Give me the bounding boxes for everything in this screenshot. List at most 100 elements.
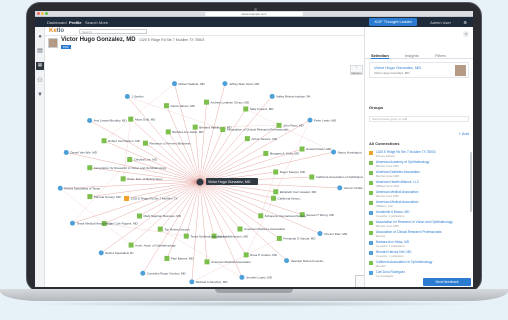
graph-node[interactable]: Roger Sawyer, MD [273,169,306,175]
organization-node-icon [183,233,189,239]
graph-node[interactable]: Jeffrey Allen Scott, MD [222,81,260,87]
network-icon[interactable]: ✲ [36,62,44,70]
groups-input[interactable]: Select/create group to add [369,116,469,122]
graph-node[interactable]: American Diabetes Association [237,226,286,232]
group-icon[interactable]: ⚇ [36,77,44,85]
graph-node[interactable]: Margaret A. Kirby, MD [263,150,300,156]
graph-node[interactable]: Schepens International Society [258,213,307,219]
maximize-dot-icon[interactable] [45,12,48,15]
connection-name: 1325 E Ridge Rd Ste 7 McAllen TX 78503 [376,150,436,154]
network-graph-canvas[interactable]: California Associ... Samuel T Wong, MD Vin… [45,50,370,287]
graph-node[interactable]: California Association of Ophthalmology [309,174,369,180]
graph-node[interactable]: Arthur Jenkins, MD [244,136,278,142]
graph-node[interactable]: Vincent Diaz, MD [317,231,348,237]
tab-insights[interactable]: Insights [405,53,419,58]
url-bar[interactable]: www.example.com [205,12,303,16]
graph-node[interactable]: Association for Research in Vision and O… [87,165,167,171]
graph-node[interactable]: Valley Retina Institute, PA [269,93,311,99]
graph-node[interactable]: Texas Medical Association [69,220,112,226]
close-icon[interactable]: × [463,31,469,37]
graph-node[interactable]: Vascular Retina Founda... [284,258,325,264]
graph-node[interactable]: Jennifer Lopez, MD [239,274,273,280]
graph-node[interactable]: Andrew Loraleen Olmos, MD [204,99,250,105]
connection-item[interactable]: American Health Alliance, LLC Affiliated … [369,180,467,190]
kol-button[interactable]: KOF Thought Leader [369,18,417,26]
graph-node[interactable]: Retina Specialists of Texas [57,185,101,191]
close-dot-icon[interactable] [37,12,40,15]
center-node-icon[interactable] [196,178,204,186]
organization-node-icon [124,195,130,201]
connection-sub: Member since 1998 [376,175,399,178]
graph-node[interactable]: Texas Ophthalmological Assn. [183,233,231,239]
graph-node[interactable]: Howard Davis, MD [299,146,332,152]
graph-node[interactable]: 1325 E Ridge Rd Ste 7 McAllen TX [124,195,177,201]
filter-icon[interactable]: ▼ [36,91,44,99]
graph-node[interactable]: Cornelius Roger Gordon, MD [140,270,186,276]
graph-node[interactable]: Research to Prevent Blindness [142,140,191,146]
graph-node[interactable]: Alicia Gold, MD [128,116,156,122]
connection-item[interactable]: Association of Clinical Research Profess… [369,230,467,240]
graph-node[interactable]: Top Retina Doctors [157,226,191,232]
graph-node[interactable]: Elizabeth Carr Howard, MD [273,189,317,195]
graph-node[interactable]: Paul Barnes, MD [164,255,194,261]
tab-filters[interactable]: Filters [435,53,446,58]
connection-item[interactable]: Bernard Harvey Dell, MD Co-author, 1 publ… [369,250,467,260]
organization-node-icon [163,103,169,109]
graph-node[interactable]: California Associ... [271,195,302,201]
add-group-button[interactable]: + Add [459,131,469,136]
graph-node[interactable]: Rosa P. Anders, MD [243,252,278,258]
graph-node[interactable]: Robert Salazar, MD [171,81,206,87]
graph-node[interactable]: J. Bosiko [124,94,144,100]
graph-edge [199,138,248,183]
person-node-icon [189,279,195,285]
graph-node[interactable]: Fernando G Garcia, MD [276,235,316,241]
avatar [48,38,58,48]
minimize-dot-icon[interactable] [41,12,44,15]
graph-node[interactable]: Amer. Soc. of Retina Spec. [120,176,164,182]
connection-item[interactable]: American Medical Association Member since… [369,190,467,200]
graph-node[interactable]: Pamela Gurney, MD [87,194,122,200]
graph-node[interactable]: Robert Carl Nelson, MD [101,138,141,144]
graph-node-label: Daniel Van Wie, MD [70,151,98,155]
connection-item[interactable]: American Academy of Ophthalmology Member … [369,160,467,170]
graph-node[interactable]: Gloria Jabran, MD [163,103,196,109]
connection-item[interactable]: 1325 E Ridge Rd Ste 7 McAllen TX 78503 Pr… [369,150,467,160]
network-graph[interactable]: California Associ... Samuel T Wong, MD Vin… [45,50,370,287]
connection-item[interactable]: Barbara Ann Hicks, MD Co-author, 2 public… [369,240,467,250]
graph-node[interactable]: Peter Lewis, MD [307,117,337,123]
document-icon[interactable]: ▤ [36,47,44,55]
settings-gear-icon[interactable]: ⚙ [463,20,467,25]
graph-node[interactable]: American Medical Association [204,259,251,265]
user-label[interactable]: Admin User [430,20,451,25]
nav-search[interactable]: Search [85,20,98,25]
graph-node[interactable]: Nancy Huntington, MD [331,149,369,155]
options-button[interactable]: ⌃ Options [350,65,363,75]
nav-profile[interactable]: Profile [69,20,81,25]
connection-item[interactable]: American Diabetes Association Member sinc… [369,170,467,180]
connection-item[interactable]: Association for Research in Vision and O… [369,220,467,230]
graph-node[interactable]: Barbara Ann Hicks, MD [165,129,205,135]
graph-node[interactable]: Mark Stephan Bowman, MD [136,213,182,219]
search-input[interactable]: Search [79,29,147,34]
graph-node[interactable]: Amer. Acad. of Ophthalmology [128,242,177,248]
graph-node[interactable]: Daniel Van Wie, MD [63,149,98,155]
graph-node[interactable]: Vernon Ovidis, MD [337,185,370,191]
connection-item[interactable]: American Medical Association Affiliation,… [369,200,467,210]
graph-node-label: Pamela Gurney, MD [94,195,122,199]
send-feedback-button[interactable]: Send feedback [423,278,471,286]
graph-node[interactable]: Ana Joseph Brodley, MD [87,117,127,123]
tab-selection[interactable]: Selection [371,53,389,59]
graph-node[interactable]: Chrystal Lee, MD [127,157,158,163]
graph-node[interactable]: John Ryan, MD [276,122,305,128]
connection-item[interactable]: California Association of Ophthalmology M… [369,260,467,270]
person-icon[interactable]: ● [36,33,44,41]
graph-node[interactable]: Michael A Sanchez, MD [189,279,228,285]
connection-name: Association for Research in Vision and O… [376,220,453,224]
connections-scrollbar[interactable] [470,152,472,212]
nav-dashboard[interactable]: Dashboard [47,20,67,25]
laptop-notch [215,289,293,293]
graph-node[interactable]: Sally Fosters, MD [243,106,274,112]
connection-item[interactable]: Annabelle A Brown, MD Co-author, 4 public… [369,210,467,220]
nav-more[interactable]: More [99,20,108,25]
selection-card[interactable]: Victor Hugo Gonzalez, MD Victor Hugo Gon… [369,62,469,78]
